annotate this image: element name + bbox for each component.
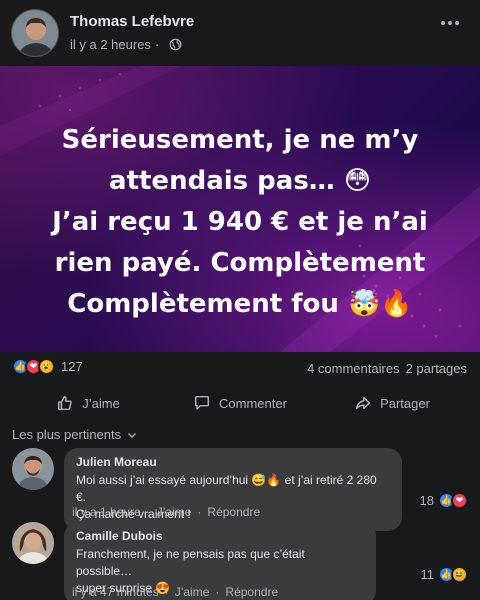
share-icon <box>356 396 371 410</box>
comment-reactions[interactable]: 11 👍 😆 <box>420 566 468 583</box>
commenter-name[interactable]: Julien Moreau <box>76 455 390 469</box>
comment-sort-dropdown[interactable]: Les plus pertinents <box>12 427 137 442</box>
share-button[interactable]: Partager <box>316 388 468 418</box>
comment-reply-link[interactable]: Répondre <box>207 505 260 519</box>
comments-count[interactable]: 4 commentaires <box>307 361 399 376</box>
meta-separator: · <box>215 585 220 599</box>
banner-line: J’ai reçu 1 940 € et je n’ai <box>52 207 428 237</box>
banner-line: Complètement fou 🤯🔥 <box>67 289 413 319</box>
comment-reaction-count: 18 <box>419 493 434 508</box>
reaction-summary[interactable]: 👍 ❤ 😮 127 <box>12 358 83 375</box>
comment-item: Julien Moreau Moi aussi j’ai essayé aujo… <box>12 448 468 531</box>
comment-reaction-count: 11 <box>420 567 435 582</box>
more-options-icon[interactable] <box>436 14 464 32</box>
comment-text: Franchement, je ne pensais pas que c’éta… <box>76 547 305 578</box>
comment-button[interactable]: Commenter <box>164 388 316 418</box>
chevron-down-icon <box>128 432 137 438</box>
comment-like-link[interactable]: J’aime <box>157 505 192 519</box>
comment-text: Moi aussi j’ai essayé aujourd’hui 😅🔥 et … <box>76 473 377 504</box>
author-avatar[interactable] <box>11 9 59 57</box>
post-header: Thomas Lefebvre il y a 2 heures · <box>0 0 480 64</box>
comment-meta: il y a 1 heure · J’aime · Répondre <box>72 505 260 519</box>
comment-icon <box>195 395 210 410</box>
wow-icon: 😮 <box>38 358 55 375</box>
commenter-avatar[interactable] <box>12 448 54 490</box>
comment-item: Camille Dubois Franchement, je ne pensai… <box>12 522 468 600</box>
banner-line: Sérieusement, je ne m’y <box>61 125 419 155</box>
post-meta: il y a 2 heures · <box>70 37 182 52</box>
meta-separator: · <box>197 505 202 519</box>
author-name[interactable]: Thomas Lefebvre <box>70 13 194 30</box>
engagement-counts: 4 commentaires 2 partages <box>307 361 467 376</box>
comment-label: Commenter <box>219 395 287 411</box>
sort-label: Les plus pertinents <box>12 427 122 442</box>
reaction-count: 127 <box>61 359 83 374</box>
comment-meta: il y a 47 minutes · J’aime · Répondre <box>72 585 278 599</box>
post-banner: Sérieusement, je ne m’y attendais pas… 😳… <box>0 66 480 352</box>
comment-like-link[interactable]: J’aime <box>175 585 210 599</box>
thumbs-up-icon <box>58 395 72 411</box>
post-time[interactable]: il y a 2 heures <box>70 37 151 52</box>
banner-line: attendais pas… 😳 <box>109 166 371 196</box>
comment-time[interactable]: il y a 1 heure <box>72 505 141 519</box>
banner-text: Sérieusement, je ne m’y attendais pas… 😳… <box>0 120 480 325</box>
meta-separator: · <box>146 505 151 519</box>
comment-reply-link[interactable]: Répondre <box>225 585 278 599</box>
globe-icon[interactable] <box>169 38 182 51</box>
commenter-avatar[interactable] <box>12 522 54 564</box>
share-label: Partager <box>380 395 430 411</box>
laugh-icon: 😆 <box>451 566 468 583</box>
banner-line: rien payé. Complètement <box>54 248 426 278</box>
shares-count[interactable]: 2 partages <box>406 361 467 376</box>
meta-separator: · <box>164 585 169 599</box>
like-label: J’aime <box>82 395 120 411</box>
post-action-bar: J’aime Commenter Partager <box>12 388 468 418</box>
love-icon: ❤ <box>451 492 468 509</box>
like-button[interactable]: J’aime <box>12 388 164 418</box>
comment-time[interactable]: il y a 47 minutes <box>72 585 159 599</box>
meta-separator: · <box>154 37 160 52</box>
comment-reactions[interactable]: 18 👍 ❤ <box>419 492 468 509</box>
commenter-name[interactable]: Camille Dubois <box>76 529 364 543</box>
